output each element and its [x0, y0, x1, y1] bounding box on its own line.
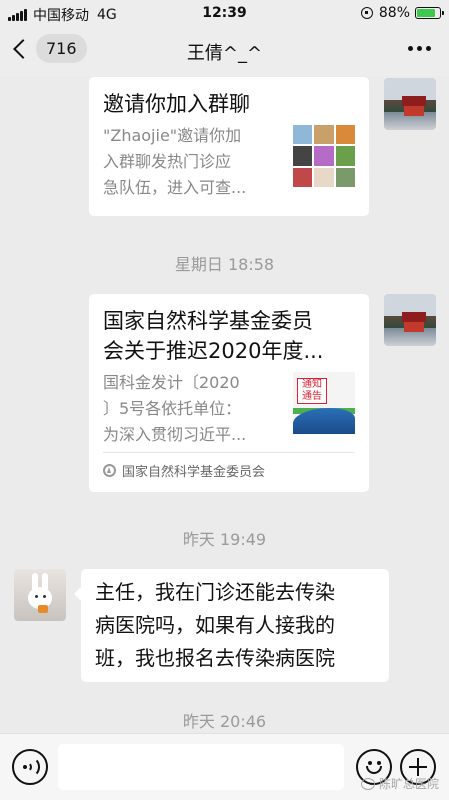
input-bar: 陈旷总医院	[0, 733, 449, 800]
invite-desc-line2: 入群聊发热门诊应	[103, 152, 232, 171]
watermark-label: 陈旷总医院	[378, 777, 439, 791]
message-line1: 主任，我在门诊还能去传染	[95, 580, 335, 604]
message-input[interactable]	[58, 744, 344, 790]
article-source-label: 国家自然科学基金委员会	[122, 465, 266, 480]
article-card[interactable]: 国家自然科学基金委员 会关于推迟2020年度... 国科金发计〔2020 〕5号…	[89, 294, 369, 492]
chat-title: 王倩^_^	[186, 43, 263, 64]
thumbnail-stamp: 通知 通告	[297, 378, 327, 404]
timestamp: 昨天 20:46	[182, 712, 267, 731]
my-avatar[interactable]	[384, 78, 436, 130]
chat-header: 716 王倩^_^	[0, 26, 449, 76]
compass-icon	[103, 464, 116, 477]
watermark-icon	[360, 777, 375, 790]
contact-avatar[interactable]	[14, 569, 66, 621]
article-desc-line1: 国科金发计〔2020	[103, 373, 240, 392]
timestamp: 昨天 19:49	[182, 530, 267, 549]
battery-fill	[417, 9, 436, 17]
lock-rotation-icon	[360, 7, 373, 19]
battery-percent: 88%	[378, 5, 410, 21]
my-avatar[interactable]	[384, 294, 436, 346]
article-title-line1: 国家自然科学基金委员	[103, 309, 313, 333]
article-source: 国家自然科学基金委员会	[103, 452, 355, 480]
group-invite-card[interactable]: 邀请你加入群聊 "Zhaojie"邀请你加 入群聊发热门诊应 急队伍，进入可查.…	[89, 77, 369, 216]
article-thumbnail: 通知 通告	[293, 372, 355, 434]
invite-desc-line1: "Zhaojie"邀请你加	[103, 126, 242, 145]
invite-title: 邀请你加入群聊	[103, 92, 250, 116]
invite-desc-line3: 急队伍，进入可查...	[103, 178, 247, 197]
status-right: 88%	[360, 5, 444, 21]
voice-icon[interactable]	[12, 749, 48, 785]
status-bar: 中国移动 4G 12:39 88%	[0, 0, 449, 26]
article-title-line2: 会关于推迟2020年度...	[103, 339, 324, 363]
article-desc-line3: 为深入贯彻习近平...	[103, 425, 247, 444]
article-desc-line2: 〕5号各依托单位：	[103, 399, 242, 418]
timestamp: 星期日 18:58	[174, 255, 275, 274]
battery-icon	[415, 7, 444, 19]
watermark: 陈旷总医院	[360, 775, 439, 792]
text-message-bubble[interactable]: 主任，我在门诊还能去传染 病医院吗，如果有人接我的 班，我也报名去传染病医院	[74, 569, 389, 682]
message-line3: 班，我也报名去传染病医院	[95, 646, 335, 670]
group-avatar-grid	[293, 125, 355, 187]
more-dots-icon[interactable]	[404, 46, 431, 51]
message-line2: 病医院吗，如果有人接我的	[95, 613, 335, 637]
